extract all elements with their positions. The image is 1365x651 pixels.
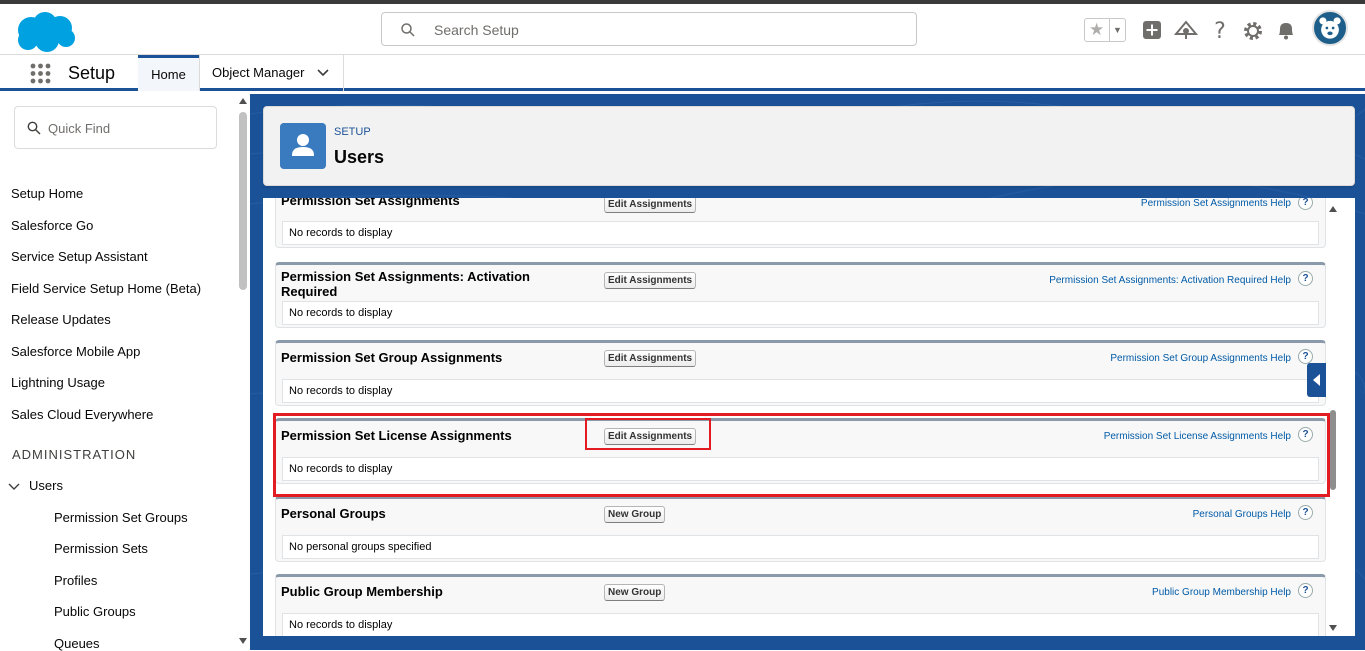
scroll-down-icon[interactable] — [238, 637, 248, 645]
scroll-down-icon[interactable] — [1328, 624, 1338, 632]
section-body: No records to display — [282, 301, 1319, 325]
tab-home[interactable]: Home — [138, 55, 199, 91]
section-title: Permission Set License Assignments — [281, 428, 512, 443]
help-icon[interactable]: ? — [1298, 271, 1313, 286]
help-icon[interactable]: ? — [1298, 427, 1313, 442]
search-icon — [27, 121, 41, 135]
section-public-group-membership: Public Group Membership New Group Public… — [275, 574, 1326, 636]
tab-object-manager[interactable]: Object Manager — [199, 55, 344, 91]
sidebar-item-sales-cloud-everywhere[interactable]: Sales Cloud Everywhere — [11, 407, 153, 422]
sidebar-item-permission-set-groups[interactable]: Permission Set Groups — [54, 510, 188, 525]
user-icon — [280, 123, 326, 169]
favorites-star-icon: ★ — [1089, 20, 1105, 39]
help-icon[interactable]: ? — [1298, 583, 1313, 598]
sidebar-item-field-service-setup-home[interactable]: Field Service Setup Home (Beta) — [11, 281, 201, 296]
edit-assignments-button[interactable]: Edit Assignments — [604, 198, 697, 213]
search-setup-input[interactable]: Search Setup — [381, 12, 917, 46]
section-permission-set-assignments: Permission Set Assignments Edit Assignme… — [275, 198, 1326, 248]
section-permission-set-group-assignments: Permission Set Group Assignments Edit As… — [275, 340, 1326, 406]
page-title: Users — [334, 147, 385, 167]
section-permission-set-assignments-activation-required: Permission Set Assignments: Activation R… — [275, 262, 1326, 328]
sidebar-item-service-setup-assistant[interactable]: Service Setup Assistant — [11, 249, 148, 264]
favorites-button[interactable]: ★ ▼ — [1084, 18, 1126, 42]
section-body: No records to display — [282, 379, 1319, 403]
gear-icon[interactable] — [1241, 18, 1265, 42]
edit-assignments-button[interactable]: Edit Assignments — [604, 350, 697, 367]
sidebar-item-salesforce-mobile-app[interactable]: Salesforce Mobile App — [11, 344, 140, 359]
section-title: Permission Set Assignments — [281, 198, 460, 208]
content-scroll-thumb[interactable] — [1330, 410, 1336, 490]
svg-text:?: ? — [1214, 19, 1226, 42]
section-body: No records to display — [282, 613, 1319, 636]
chevron-down-icon[interactable] — [317, 69, 329, 77]
page-header: SETUP Users — [263, 106, 1355, 186]
app-name: Setup — [68, 63, 116, 83]
bell-icon[interactable] — [1274, 18, 1298, 42]
help-link[interactable]: Personal Groups Help — [1193, 509, 1291, 520]
app-navigation: Setup Home Object Manager — [0, 55, 1365, 91]
section-title: Permission Set Assignments: Activation R… — [281, 269, 530, 299]
search-placeholder: Search Setup — [434, 22, 519, 38]
section-permission-set-license-assignments: Permission Set License Assignments Edit … — [275, 418, 1326, 484]
sidebar-item-lightning-usage[interactable]: Lightning Usage — [11, 375, 105, 390]
search-icon — [401, 23, 415, 37]
help-link[interactable]: Public Group Membership Help — [1152, 587, 1291, 598]
sidebar-item-profiles[interactable]: Profiles — [54, 573, 97, 588]
trailhead-icon[interactable] — [1174, 18, 1198, 42]
help-link[interactable]: Permission Set License Assignments Help — [1104, 431, 1291, 442]
help-icon[interactable]: ? — [1298, 505, 1313, 520]
sidebar-item-salesforce-go[interactable]: Salesforce Go — [11, 218, 93, 233]
sidebar-item-permission-sets[interactable]: Permission Sets — [54, 541, 148, 556]
section-body: No records to display — [282, 457, 1319, 481]
add-icon[interactable] — [1140, 18, 1164, 42]
section-body: No records to display — [282, 221, 1319, 245]
content-scrollbar[interactable] — [1326, 198, 1340, 636]
main-content: SETUP Users Permission Set Assignments E… — [250, 94, 1365, 650]
section-title: Personal Groups — [281, 506, 386, 521]
sidebar-item-public-groups[interactable]: Public Groups — [54, 604, 136, 619]
help-icon[interactable]: ? — [1298, 198, 1313, 210]
quick-find-input[interactable]: Quick Find — [14, 106, 217, 149]
section-personal-groups: Personal Groups New Group Personal Group… — [275, 496, 1326, 562]
edit-assignments-button[interactable]: Edit Assignments — [604, 428, 697, 445]
help-link[interactable]: Permission Set Assignments Help — [1141, 198, 1291, 209]
sidebar-users-label: Users — [29, 478, 63, 493]
user-avatar[interactable] — [1312, 10, 1348, 46]
side-panel-toggle[interactable] — [1307, 363, 1326, 397]
scroll-up-icon[interactable] — [1328, 205, 1338, 213]
administration-header: ADMINISTRATION — [12, 447, 137, 462]
new-group-button[interactable]: New Group — [604, 506, 666, 523]
sidebar-scroll-thumb[interactable] — [239, 112, 247, 290]
help-link[interactable]: Permission Set Group Assignments Help — [1110, 353, 1291, 364]
help-icon[interactable]: ? — [1298, 349, 1313, 364]
section-title: Public Group Membership — [281, 584, 443, 599]
favorites-dropdown-icon[interactable]: ▼ — [1109, 19, 1125, 41]
section-body: No personal groups specified — [282, 535, 1319, 559]
help-icon[interactable]: ? — [1208, 18, 1232, 42]
quick-find-placeholder: Quick Find — [48, 121, 111, 136]
sidebar-item-users[interactable]: Users — [8, 478, 63, 493]
chevron-down-icon[interactable] — [8, 483, 20, 491]
help-link[interactable]: Permission Set Assignments: Activation R… — [1049, 275, 1291, 286]
sidebar-item-release-updates[interactable]: Release Updates — [11, 312, 111, 327]
sidebar-scrollbar[interactable] — [236, 94, 250, 650]
new-group-button[interactable]: New Group — [604, 584, 666, 601]
app-launcher-icon[interactable] — [30, 63, 51, 84]
chevron-left-icon — [1313, 374, 1320, 386]
tab-object-manager-label: Object Manager — [212, 65, 305, 80]
salesforce-cloud-logo[interactable] — [14, 10, 76, 54]
section-title: Permission Set Group Assignments — [281, 350, 503, 365]
scroll-up-icon[interactable] — [238, 97, 248, 105]
setup-sidebar: Quick Find Setup Home Salesforce Go Serv… — [0, 94, 250, 651]
user-detail-panel: Permission Set Assignments Edit Assignme… — [263, 198, 1355, 636]
sidebar-item-queues[interactable]: Queues — [54, 636, 100, 651]
global-header: Search Setup ★ ▼ ? — [0, 4, 1365, 55]
sidebar-item-setup-home[interactable]: Setup Home — [11, 186, 83, 201]
edit-assignments-button[interactable]: Edit Assignments — [604, 272, 697, 289]
page-eyebrow: SETUP — [334, 126, 371, 138]
